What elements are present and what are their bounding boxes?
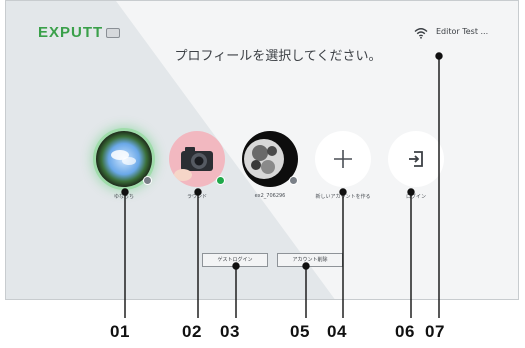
delete-account-button[interactable]: アカウント削除 bbox=[277, 253, 343, 267]
status-offline-indicator bbox=[143, 176, 152, 185]
device-name: Editor Test ... bbox=[436, 27, 489, 36]
login-label: ログイン bbox=[405, 194, 426, 200]
callout-03: 03 bbox=[220, 322, 240, 341]
add-account-circle bbox=[315, 131, 371, 187]
callout-07: 07 bbox=[425, 322, 445, 341]
login-circle bbox=[388, 131, 444, 187]
add-account-button[interactable]: 新しいアカウントを作る bbox=[315, 131, 371, 200]
callout-01: 01 bbox=[110, 322, 130, 341]
page-title: プロフィールを選択してください。 bbox=[174, 49, 382, 64]
guest-login-button[interactable]: ゲストログイン bbox=[202, 253, 268, 267]
callout-04: 04 bbox=[327, 322, 347, 341]
login-button[interactable]: ログイン bbox=[388, 131, 444, 200]
status-offline-indicator bbox=[289, 176, 298, 185]
exputt-logo: EXPUTT bbox=[38, 24, 121, 41]
profile-item-1[interactable]: ゆなっち bbox=[96, 131, 152, 200]
plus-icon bbox=[334, 150, 352, 168]
callout-06: 06 bbox=[395, 322, 415, 341]
status-online-indicator bbox=[216, 176, 225, 185]
callout-05: 05 bbox=[290, 322, 310, 341]
login-icon bbox=[409, 151, 423, 167]
wifi-icon bbox=[414, 28, 428, 39]
tv-screen: EXPUTT プロフィールを選択してください。 Editor Test ... bbox=[5, 0, 519, 300]
callout-02: 02 bbox=[182, 322, 202, 341]
profile-item-2[interactable]: ラウンド bbox=[169, 131, 225, 200]
logo-badge-icon bbox=[106, 27, 121, 38]
profile-item-3[interactable]: ex2_706296 bbox=[242, 131, 298, 199]
logo-text: EXPUTT bbox=[38, 24, 104, 41]
